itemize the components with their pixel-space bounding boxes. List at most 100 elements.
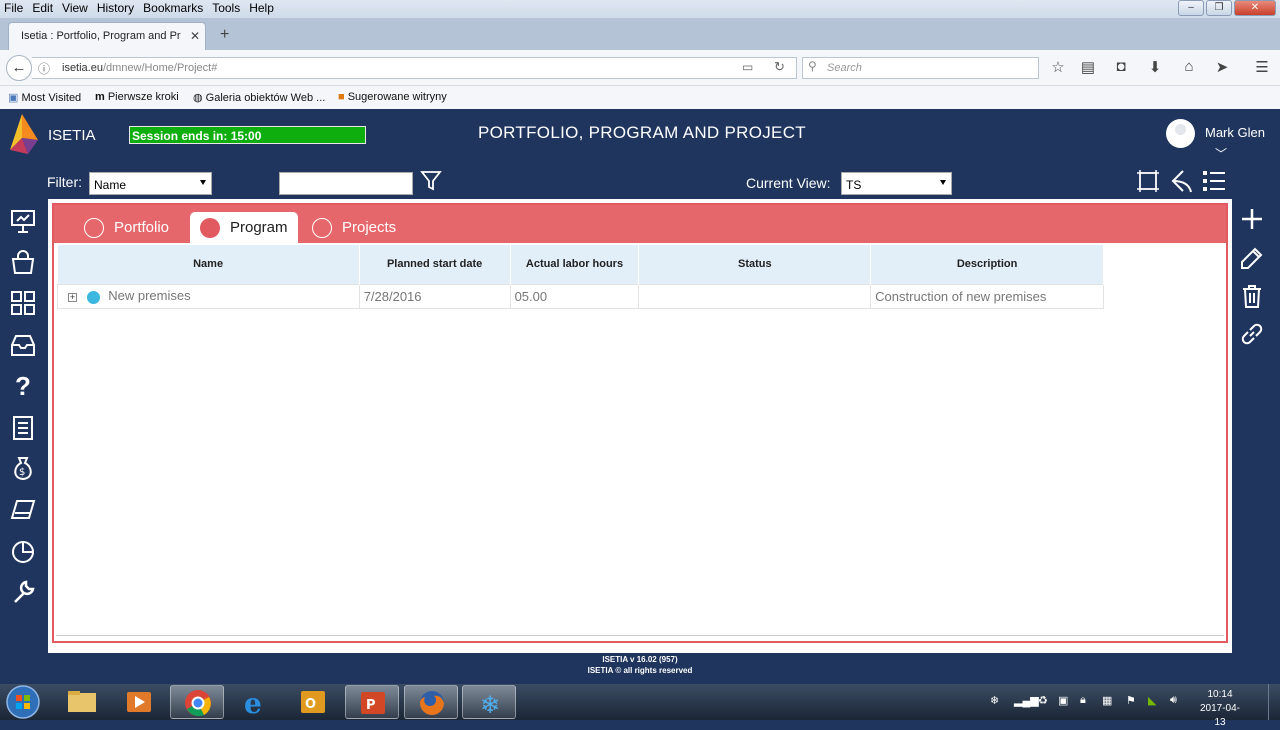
- bookmark-orange-icon: ■: [338, 91, 345, 103]
- home-icon[interactable]: ⌂: [1179, 58, 1199, 75]
- bookmark-pierwsze-kroki[interactable]: m Pierwsze kroki: [95, 91, 179, 103]
- filter-select[interactable]: Name: [89, 172, 212, 195]
- taskbar-powerpoint[interactable]: P: [345, 685, 399, 719]
- svg-text:P: P: [366, 698, 376, 713]
- copyright-text: ISETIA © all rights reserved: [587, 666, 693, 675]
- reload-icon[interactable]: ↻: [774, 59, 785, 75]
- user-name[interactable]: Mark Glen: [1205, 125, 1265, 140]
- cell-description[interactable]: Construction of new premises: [870, 283, 1104, 309]
- back-button[interactable]: ←: [6, 55, 32, 81]
- pie-chart-icon[interactable]: [9, 537, 37, 565]
- expand-plus-icon[interactable]: +: [68, 292, 77, 302]
- column-header-name[interactable]: Name: [57, 245, 360, 284]
- grid-icon[interactable]: [9, 289, 37, 317]
- bookmarks-list-icon[interactable]: ▤: [1078, 58, 1098, 76]
- nvidia-icon[interactable]: ◣: [1148, 694, 1156, 707]
- money-bag-icon[interactable]: $: [9, 454, 37, 482]
- url-bar[interactable]: isetia.eu/dmnew/Home/Project#: [32, 57, 797, 79]
- tray-lock-icon[interactable]: 🔒︎: [1080, 694, 1086, 707]
- shopping-bag-icon[interactable]: [9, 248, 37, 276]
- system-clock[interactable]: 10:14 2017-04-13: [1196, 688, 1244, 730]
- tray-snowflake-icon[interactable]: ❄: [990, 694, 999, 707]
- eraser-icon[interactable]: [9, 496, 37, 524]
- taskbar-chrome[interactable]: [170, 685, 224, 719]
- fullscreen-icon[interactable]: [1136, 168, 1160, 194]
- folder-icon: ▣: [8, 92, 19, 104]
- hamburger-menu-icon[interactable]: ☰: [1252, 58, 1272, 76]
- add-icon[interactable]: [1238, 205, 1266, 233]
- download-icon[interactable]: ⬇: [1145, 58, 1165, 76]
- edit-pencil-icon[interactable]: [1238, 244, 1266, 272]
- flag-icon[interactable]: ⚑: [1126, 694, 1136, 707]
- url-domain: isetia.eu: [62, 62, 103, 74]
- avatar[interactable]: [1166, 119, 1195, 148]
- column-header-labor-hours[interactable]: Actual labor hours: [510, 245, 640, 284]
- menu-file[interactable]: File: [0, 0, 28, 15]
- taskbar-firefox[interactable]: [404, 685, 458, 719]
- show-desktop-button[interactable]: [1268, 684, 1280, 720]
- tab-projects[interactable]: Projects: [312, 212, 396, 243]
- taskbar-ie[interactable]: e: [229, 685, 283, 720]
- menu-bookmarks[interactable]: Bookmarks: [139, 0, 208, 15]
- restore-icon[interactable]: ❐: [1206, 0, 1232, 16]
- browser-search-input[interactable]: Search: [802, 57, 1039, 79]
- taskbar-snowflake-app[interactable]: ❄: [462, 685, 516, 719]
- taskbar-media-player[interactable]: [112, 685, 166, 719]
- minimize-icon[interactable]: –: [1178, 0, 1204, 16]
- menu-history[interactable]: History: [93, 0, 139, 15]
- cell-labor-hours[interactable]: 05.00: [509, 283, 640, 309]
- bookmark-galeria[interactable]: ◍ Galeria obiektów Web ...: [193, 91, 325, 104]
- browser-tab[interactable]: Isetia : Portfolio, Program and Pr: [8, 22, 206, 50]
- menu-view[interactable]: View: [58, 0, 93, 15]
- send-icon[interactable]: ➤: [1212, 58, 1232, 76]
- tray-update-icon[interactable]: ▦: [1102, 694, 1112, 707]
- volume-icon[interactable]: 🔊︎: [1170, 694, 1177, 707]
- inbox-icon[interactable]: [9, 331, 37, 359]
- tray-device-icon[interactable]: ▣: [1058, 694, 1068, 707]
- taskbar-explorer[interactable]: [55, 685, 109, 719]
- table-row[interactable]: + New premises 7/28/2016 05.00 Construct…: [57, 283, 1104, 309]
- signal-icon[interactable]: ▂▄▆: [1014, 694, 1039, 707]
- menu-help[interactable]: Help: [245, 0, 279, 15]
- menu-tools[interactable]: Tools: [208, 0, 245, 15]
- back-arrow-icon[interactable]: [1169, 168, 1195, 194]
- tab-portfolio[interactable]: Portfolio: [84, 212, 169, 243]
- taskbar-outlook[interactable]: O: [287, 685, 341, 719]
- cell-status[interactable]: [638, 283, 872, 309]
- clock-time: 10:14: [1207, 689, 1233, 700]
- column-header-description[interactable]: Description: [870, 245, 1104, 284]
- svg-text:O: O: [305, 697, 316, 712]
- tab-close-icon[interactable]: ✕: [190, 29, 200, 43]
- trash-icon[interactable]: [1238, 282, 1266, 310]
- column-header-status[interactable]: Status: [638, 245, 872, 284]
- page-title: PORTFOLIO, PROGRAM AND PROJECT: [478, 123, 806, 142]
- bookmark-most-visited[interactable]: ▣ Most Visited: [8, 91, 81, 104]
- menu-edit[interactable]: Edit: [28, 0, 58, 15]
- pocket-icon[interactable]: ◘: [1111, 58, 1131, 75]
- start-button-icon[interactable]: [4, 684, 42, 720]
- column-header-start-date[interactable]: Planned start date: [359, 245, 511, 284]
- filter-funnel-icon[interactable]: [420, 170, 442, 192]
- bookmark-sugerowane[interactable]: ■ Sugerowane witryny: [338, 91, 447, 103]
- filter-text-input[interactable]: [279, 172, 413, 195]
- close-window-icon[interactable]: ✕: [1234, 0, 1276, 16]
- tray-recycle-icon[interactable]: ♻: [1038, 694, 1048, 707]
- reader-view-icon[interactable]: ▭: [742, 60, 753, 74]
- link-icon[interactable]: [1238, 320, 1266, 348]
- cell-name[interactable]: + New premises: [57, 283, 360, 309]
- cell-start-date[interactable]: 7/28/2016: [358, 283, 511, 309]
- grid-header-row: Name Planned start date Actual labor hou…: [57, 245, 1104, 284]
- chevron-down-icon[interactable]: ﹀: [1215, 145, 1227, 162]
- help-icon[interactable]: ?: [9, 371, 37, 401]
- presentation-icon[interactable]: [9, 207, 37, 235]
- wrench-icon[interactable]: [9, 578, 37, 606]
- tab-program[interactable]: Program: [190, 212, 298, 243]
- list-view-icon[interactable]: [1201, 168, 1227, 194]
- dropdown-caret-icon: [940, 180, 946, 185]
- clipboard-icon[interactable]: [9, 413, 37, 441]
- site-info-icon[interactable]: ⓘ: [38, 60, 50, 77]
- bookmark-star-icon[interactable]: ☆: [1048, 58, 1068, 76]
- new-tab-icon[interactable]: +: [220, 26, 229, 44]
- url-path: /dmnew/Home/Project#: [102, 62, 218, 74]
- current-view-select[interactable]: TS: [841, 172, 952, 195]
